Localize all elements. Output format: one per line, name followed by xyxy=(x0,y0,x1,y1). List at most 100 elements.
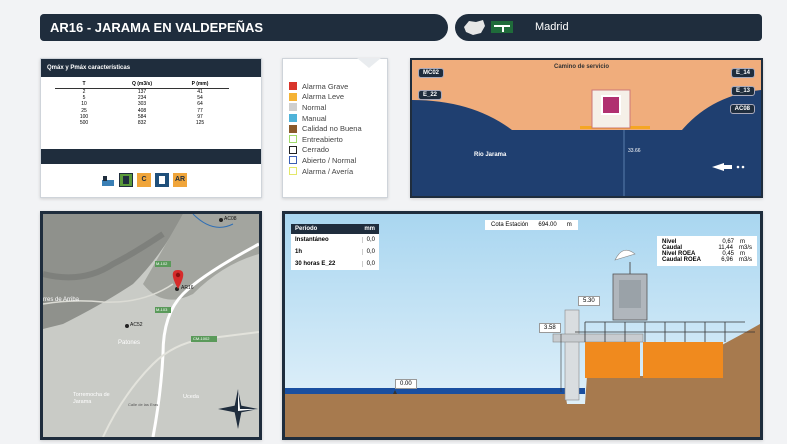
level-label: 33.66 xyxy=(628,148,641,154)
legend-label: Alarma Grave xyxy=(302,81,349,91)
legend-item: Calidad no Buena xyxy=(289,123,387,134)
flag-icon xyxy=(491,21,513,33)
period-value: 0,0 xyxy=(361,261,375,267)
ar-badge[interactable]: AR xyxy=(173,173,187,187)
map-label-road2: M-103 xyxy=(156,307,168,312)
cell-p: 41 xyxy=(197,89,203,95)
map-label-ar16: AR16 xyxy=(181,285,194,291)
rainfall-row: 1h 0,0 xyxy=(291,246,379,258)
cell-t: 500 xyxy=(79,120,89,127)
legend-item: Alarma Grave xyxy=(289,81,387,92)
legend-item: Normal xyxy=(289,102,387,113)
period-label: 1h xyxy=(295,249,303,255)
qmax-col-p: P (mm) xyxy=(171,81,229,89)
station-title: AR16 - JARAMA EN VALDEPEÑAS xyxy=(40,14,448,41)
c-badge[interactable]: C xyxy=(137,173,151,187)
rainfall-row: 30 horas E_22 0,0 xyxy=(291,258,379,270)
rainfall-table: Período mm Instantáneo 0,0 1h 0,0 30 horas … xyxy=(291,224,379,270)
tag-e22: E_22 xyxy=(418,90,443,100)
gauge-icon[interactable] xyxy=(119,173,133,187)
tower-icon[interactable] xyxy=(155,173,169,187)
legend-swatch xyxy=(289,145,297,154)
cross-section-panel: Camino de servicio MC02 E_22 E_14 E_13 A… xyxy=(410,58,763,198)
reading-row: Caudal ROEA 6,96 m3/s xyxy=(662,257,752,263)
qmax-title: Qmáx y Pmáx características xyxy=(41,59,261,77)
rainfall-header: Período mm xyxy=(291,224,379,234)
period-value: 0,0 xyxy=(361,237,375,243)
map-label-town1: rres de Arriba xyxy=(43,297,80,303)
region-map-icon xyxy=(464,20,485,35)
legend-swatch xyxy=(289,92,297,101)
cell-q: 137 xyxy=(137,89,147,95)
period-header-label: Período xyxy=(295,226,318,232)
qmax-table: T Q (m3/s) P (mm) 2 137 41 5 234 54 10 303 64 … xyxy=(55,81,229,126)
legend-item: Manual xyxy=(289,113,387,124)
period-label: 30 horas E_22 xyxy=(295,261,336,267)
map-label-town4: Uceda xyxy=(183,394,199,400)
level-marker-mid: 3.58 xyxy=(539,323,561,333)
qmax-col-t: T xyxy=(55,81,113,89)
legend-label: Calidad no Buena xyxy=(302,124,362,134)
region-bar: Madrid xyxy=(455,14,762,41)
map-label-town2: Patones xyxy=(118,340,141,346)
elevation-label: Cota Estación xyxy=(491,222,529,228)
reading-unit: m3/s xyxy=(738,257,752,263)
legend-label: Cerrado xyxy=(302,145,330,155)
qmax-panel: Qmáx y Pmáx características T Q (m3/s) P… xyxy=(40,58,262,198)
reading-value: 6,96 xyxy=(721,257,733,263)
legend-label: Normal xyxy=(302,102,327,112)
legend-item: Alarma / Avería xyxy=(289,166,387,177)
tag-e13: E_13 xyxy=(730,86,755,96)
period-value: 0,0 xyxy=(361,249,375,255)
cell-q: 832 xyxy=(137,120,147,127)
map-label-town3: Torremocha de Jarama xyxy=(73,392,110,405)
tag-ac08: AC08 xyxy=(729,104,755,114)
legend-label: Alarma Leve xyxy=(302,92,345,102)
region-name: Madrid xyxy=(535,21,569,33)
period-label: Instantáneo xyxy=(295,237,329,243)
legend-label: Manual xyxy=(302,113,327,123)
legend-item: Alarma Leve xyxy=(289,92,387,103)
legend-panel: Alarma Grave Alarma Leve Normal Manual C… xyxy=(282,58,388,198)
legend-item: Cerrado xyxy=(289,145,387,156)
legend-item: Entreabierto xyxy=(289,134,387,145)
cross-section-drawing xyxy=(412,60,761,196)
tag-mc02: MC02 xyxy=(418,68,445,78)
elevation-unit: m xyxy=(566,222,572,228)
map-label-road1: M-102 xyxy=(156,261,168,266)
legend-swatch xyxy=(289,82,297,91)
table-row: 2 137 41 xyxy=(55,89,229,96)
elevation-value: 694.00 xyxy=(538,222,557,228)
table-row: 10 303 64 xyxy=(55,101,229,107)
station-icon[interactable] xyxy=(101,173,115,187)
tag-e14: E_14 xyxy=(730,68,755,78)
readings-box: Nivel 0,67 m Caudal 11,44 m3/s Nivel ROEA 0,4… xyxy=(657,236,757,266)
service-road-label: Camino de servicio xyxy=(554,64,610,70)
location-map[interactable]: AC08 AR16 AC52 rres de Arriba Patones To… xyxy=(40,211,262,440)
qmax-divider xyxy=(41,149,261,164)
table-row: 25 408 77 xyxy=(55,108,229,114)
cell-p: 125 xyxy=(195,120,205,127)
legend-label: Alarma / Avería xyxy=(302,166,354,176)
map-label-ac08: AC08 xyxy=(224,216,237,222)
river-label: Río Jarama xyxy=(474,152,507,158)
map-label-road3: CM-1002 xyxy=(193,336,210,341)
station-toolbar: C AR xyxy=(101,173,187,187)
level-marker-bottom: 0.00 xyxy=(395,379,417,389)
station-elevation: Cota Estación 694.00 m xyxy=(485,220,578,230)
legend-swatch xyxy=(289,103,297,112)
station-diagram-panel: Período mm Instantáneo 0,0 1h 0,0 30 horas … xyxy=(282,211,763,440)
table-row: 500 832 125 xyxy=(55,120,229,126)
legend-swatch xyxy=(289,156,297,165)
legend-swatch xyxy=(289,167,297,176)
legend-swatch xyxy=(289,124,297,133)
legend-swatch xyxy=(289,135,297,144)
legend-swatch xyxy=(289,114,297,123)
period-unit: mm xyxy=(364,226,375,232)
legend-label: Entreabierto xyxy=(302,134,343,144)
qmax-col-q: Q (m3/s) xyxy=(113,81,171,89)
rainfall-row: Instantáneo 0,0 xyxy=(291,234,379,246)
legend-label: Abierto / Normal xyxy=(302,155,357,165)
legend-item: Abierto / Normal xyxy=(289,155,387,166)
legend-list: Alarma Grave Alarma Leve Normal Manual C… xyxy=(289,81,387,176)
